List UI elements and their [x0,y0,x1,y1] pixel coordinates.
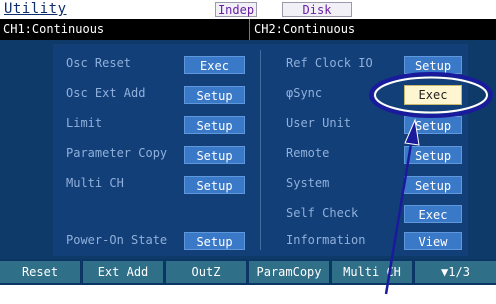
function-key-bar: Reset Ext Add OutZ ParamCopy Multi CH ▼1… [0,259,496,285]
power-on-state-setup-button[interactable]: Setup [184,232,245,250]
osc-reset-exec-button[interactable]: Exec [184,56,245,74]
ch2-status: CH2:Continuous [254,22,356,36]
fkey-next-page[interactable]: ▼1/3 [415,261,496,283]
limit-label: Limit [66,116,103,130]
title-bar: Utility Indep Disk [0,0,496,19]
system-setup-button[interactable]: Setup [404,176,462,194]
ref-clock-io-setup-button[interactable]: Setup [404,56,462,74]
remote-setup-button[interactable]: Setup [404,146,462,164]
self-check-label: Self Check [286,206,359,220]
column-divider [260,50,261,250]
limit-setup-button[interactable]: Setup [184,116,245,134]
osc-ext-add-label: Osc Ext Add [66,86,146,100]
page-title: Utility [4,1,67,17]
remote-label: Remote [286,146,330,160]
fkey-reset[interactable]: Reset [0,261,80,283]
osc-reset-label: Osc Reset [66,56,132,70]
osc-ext-add-setup-button[interactable]: Setup [184,86,245,104]
user-unit-label: User Unit [286,116,352,130]
system-label: System [286,176,330,190]
utility-screen: Utility Indep Disk CH1:Continuous CH2:Co… [0,0,496,285]
power-on-state-label: Power-On State [66,233,168,247]
phase-sync-label: φSync [286,86,323,100]
fkey-param-copy[interactable]: ParamCopy [249,261,329,283]
parameter-copy-setup-button[interactable]: Setup [184,146,245,164]
information-label: Information [286,233,366,247]
multi-ch-setup-button[interactable]: Setup [184,176,245,194]
parameter-copy-label: Parameter Copy [66,146,168,160]
user-unit-setup-button[interactable]: Setup [404,116,462,134]
channel-status-bar: CH1:Continuous CH2:Continuous [0,19,496,40]
fkey-ext-add[interactable]: Ext Add [83,261,163,283]
ref-clock-io-label: Ref Clock IO [286,56,373,70]
indep-badge: Indep [215,2,257,17]
fkey-outz[interactable]: OutZ [166,261,246,283]
disk-badge: Disk [282,2,352,17]
information-view-button[interactable]: View [404,232,462,250]
self-check-exec-button[interactable]: Exec [404,205,462,223]
ch1-status: CH1:Continuous [3,22,105,36]
fkey-multi-ch[interactable]: Multi CH [332,261,412,283]
channel-divider [249,19,250,40]
phase-sync-exec-button[interactable]: Exec [404,85,462,105]
multi-ch-label: Multi CH [66,176,124,190]
